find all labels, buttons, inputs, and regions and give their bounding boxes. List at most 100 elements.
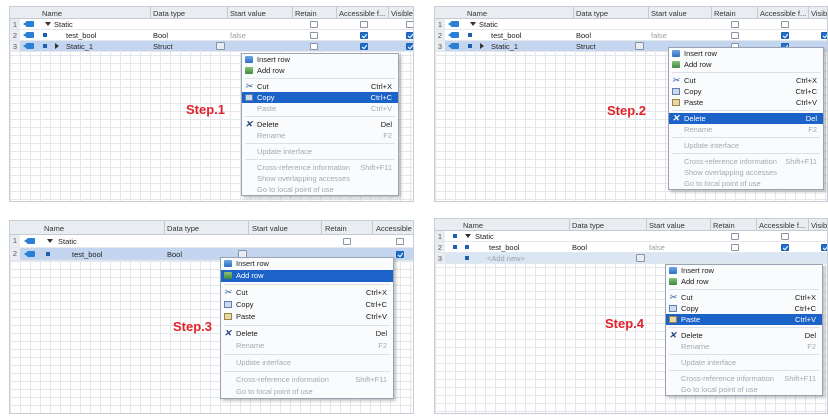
retain-checkbox[interactable] bbox=[310, 32, 318, 39]
accessible-checkbox[interactable] bbox=[396, 238, 404, 245]
visible-checkbox[interactable] bbox=[821, 244, 827, 251]
menu-item-rename[interactable]: Rename F2 bbox=[221, 340, 393, 352]
retain-checkbox[interactable] bbox=[731, 244, 739, 251]
col-name[interactable]: Name bbox=[463, 221, 483, 230]
menu-item-insert-row[interactable]: Insert row bbox=[669, 48, 823, 59]
col-retain[interactable]: Retain bbox=[714, 9, 736, 18]
visible-checkbox[interactable] bbox=[406, 32, 413, 39]
col-start-value[interactable]: Start value bbox=[252, 224, 288, 233]
menu-item-go-to-local[interactable]: Go to local point of use bbox=[669, 178, 823, 189]
menu-item-cross-reference[interactable]: Cross-reference information Shift+F11 bbox=[242, 162, 398, 173]
menu-item-delete[interactable]: ✕ Delete Del bbox=[221, 328, 393, 340]
menu-item-add-row[interactable]: Add row bbox=[242, 65, 398, 76]
menu-item-paste[interactable]: Paste Ctrl+V bbox=[666, 314, 822, 325]
menu-item-rename[interactable]: Rename F2 bbox=[242, 130, 398, 141]
menu-item-copy[interactable]: Copy Ctrl+C bbox=[221, 299, 393, 311]
col-name[interactable]: Name bbox=[42, 9, 62, 18]
col-start-value[interactable]: Start value bbox=[230, 9, 266, 18]
table-row[interactable]: 2 test_bool Bool false bbox=[435, 30, 827, 41]
accessible-checkbox[interactable] bbox=[781, 233, 789, 240]
col-accessible[interactable]: Accessible bbox=[376, 224, 412, 233]
accessible-checkbox[interactable] bbox=[396, 251, 404, 258]
accessible-checkbox[interactable] bbox=[360, 21, 368, 28]
visible-checkbox[interactable] bbox=[406, 21, 413, 28]
table-row-selected[interactable]: 3 Static_1 Struct bbox=[10, 41, 413, 52]
menu-item-cut[interactable]: ✂ Cut Ctrl+X bbox=[669, 75, 823, 86]
menu-item-copy[interactable]: Copy Ctrl+C bbox=[666, 303, 822, 314]
col-name[interactable]: Name bbox=[467, 9, 487, 18]
menu-item-paste[interactable]: Paste Ctrl+V bbox=[242, 103, 398, 114]
col-visible[interactable]: Visible bbox=[811, 9, 827, 18]
retain-checkbox[interactable] bbox=[310, 43, 318, 50]
table-row[interactable]: 1 Static bbox=[435, 231, 827, 242]
col-retain[interactable]: Retain bbox=[713, 221, 735, 230]
menu-item-copy[interactable]: Copy Ctrl+C bbox=[242, 92, 398, 103]
menu-item-add-row[interactable]: Add row bbox=[669, 59, 823, 70]
menu-item-go-to-local[interactable]: Go to local point of use bbox=[242, 184, 398, 195]
col-accessible[interactable]: Accessible f... bbox=[759, 221, 805, 230]
col-accessible[interactable]: Accessible f... bbox=[760, 9, 806, 18]
menu-item-delete[interactable]: ✕ Delete Del bbox=[666, 330, 822, 341]
retain-checkbox[interactable] bbox=[310, 21, 318, 28]
accessible-checkbox[interactable] bbox=[781, 244, 789, 251]
retain-checkbox[interactable] bbox=[731, 32, 739, 39]
menu-item-cut[interactable]: ✂ Cut Ctrl+X bbox=[221, 287, 393, 299]
col-accessible[interactable]: Accessible f... bbox=[339, 9, 385, 18]
menu-item-update-interface[interactable]: Update interface bbox=[242, 146, 398, 157]
accessible-checkbox[interactable] bbox=[781, 21, 789, 28]
col-retain[interactable]: Retain bbox=[325, 224, 347, 233]
col-start-value[interactable]: Start value bbox=[651, 9, 687, 18]
visible-checkbox[interactable] bbox=[821, 32, 827, 39]
table-row[interactable]: 2 test_bool Bool false bbox=[10, 30, 413, 41]
type-picker-button[interactable] bbox=[636, 254, 645, 262]
accessible-checkbox[interactable] bbox=[360, 32, 368, 39]
col-visible[interactable]: Visible bbox=[391, 9, 413, 18]
col-data-type[interactable]: Data type bbox=[576, 9, 608, 18]
menu-item-go-to-local[interactable]: Go to local point of use bbox=[666, 384, 822, 395]
collapse-triangle-icon[interactable] bbox=[465, 234, 471, 238]
col-name[interactable]: Name bbox=[44, 224, 64, 233]
retain-checkbox[interactable] bbox=[731, 233, 739, 240]
menu-item-show-overlapping[interactable]: Show overlapping accesses bbox=[669, 167, 823, 178]
col-visible[interactable]: Visible bbox=[811, 221, 827, 230]
expand-triangle-icon[interactable] bbox=[480, 43, 484, 49]
col-data-type[interactable]: Data type bbox=[572, 221, 604, 230]
col-start-value[interactable]: Start value bbox=[649, 221, 685, 230]
table-row[interactable]: 2 test_bool Bool false bbox=[435, 242, 827, 253]
menu-item-update-interface[interactable]: Update interface bbox=[221, 357, 393, 369]
table-row[interactable]: 1 Static bbox=[10, 19, 413, 30]
type-picker-button[interactable] bbox=[216, 42, 225, 50]
retain-checkbox[interactable] bbox=[343, 238, 351, 245]
menu-item-cut[interactable]: ✂ Cut Ctrl+X bbox=[242, 81, 398, 92]
menu-item-copy[interactable]: Copy Ctrl+C bbox=[669, 86, 823, 97]
menu-item-show-overlapping[interactable]: Show overlapping accesses bbox=[242, 173, 398, 184]
menu-item-add-row[interactable]: Add row bbox=[666, 276, 822, 287]
menu-item-cut[interactable]: ✂ Cut Ctrl+X bbox=[666, 292, 822, 303]
collapse-triangle-icon[interactable] bbox=[47, 239, 53, 243]
menu-item-delete[interactable]: ✕ Delete Del bbox=[242, 119, 398, 130]
table-row-selected[interactable]: 3 <Add new> bbox=[435, 253, 827, 264]
expand-triangle-icon[interactable] bbox=[55, 43, 59, 49]
menu-item-cross-reference[interactable]: Cross-reference information Shift+F11 bbox=[669, 156, 823, 167]
col-data-type[interactable]: Data type bbox=[167, 224, 199, 233]
col-retain[interactable]: Retain bbox=[295, 9, 317, 18]
menu-item-insert-row[interactable]: Insert row bbox=[242, 54, 398, 65]
menu-item-update-interface[interactable]: Update interface bbox=[666, 357, 822, 368]
menu-item-update-interface[interactable]: Update interface bbox=[669, 140, 823, 151]
accessible-checkbox[interactable] bbox=[781, 32, 789, 39]
menu-item-go-to-local[interactable]: Go to local point of use bbox=[221, 386, 393, 398]
menu-item-cross-reference[interactable]: Cross-reference information Shift+F11 bbox=[666, 373, 822, 384]
collapse-triangle-icon[interactable] bbox=[45, 22, 51, 26]
col-data-type[interactable]: Data type bbox=[153, 9, 185, 18]
menu-item-delete[interactable]: ✕ Delete Del bbox=[669, 113, 823, 124]
table-row[interactable]: 1 Static bbox=[10, 235, 413, 248]
type-picker-button[interactable] bbox=[635, 42, 644, 50]
menu-item-cross-reference[interactable]: Cross-reference information Shift+F11 bbox=[221, 374, 393, 386]
menu-item-paste[interactable]: Paste Ctrl+V bbox=[669, 97, 823, 108]
menu-item-insert-row[interactable]: Insert row bbox=[666, 265, 822, 276]
retain-checkbox[interactable] bbox=[731, 21, 739, 28]
collapse-triangle-icon[interactable] bbox=[470, 22, 476, 26]
menu-item-add-row[interactable]: Add row bbox=[221, 270, 393, 282]
menu-item-rename[interactable]: Rename F2 bbox=[666, 341, 822, 352]
menu-item-paste[interactable]: Paste Ctrl+V bbox=[221, 311, 393, 323]
